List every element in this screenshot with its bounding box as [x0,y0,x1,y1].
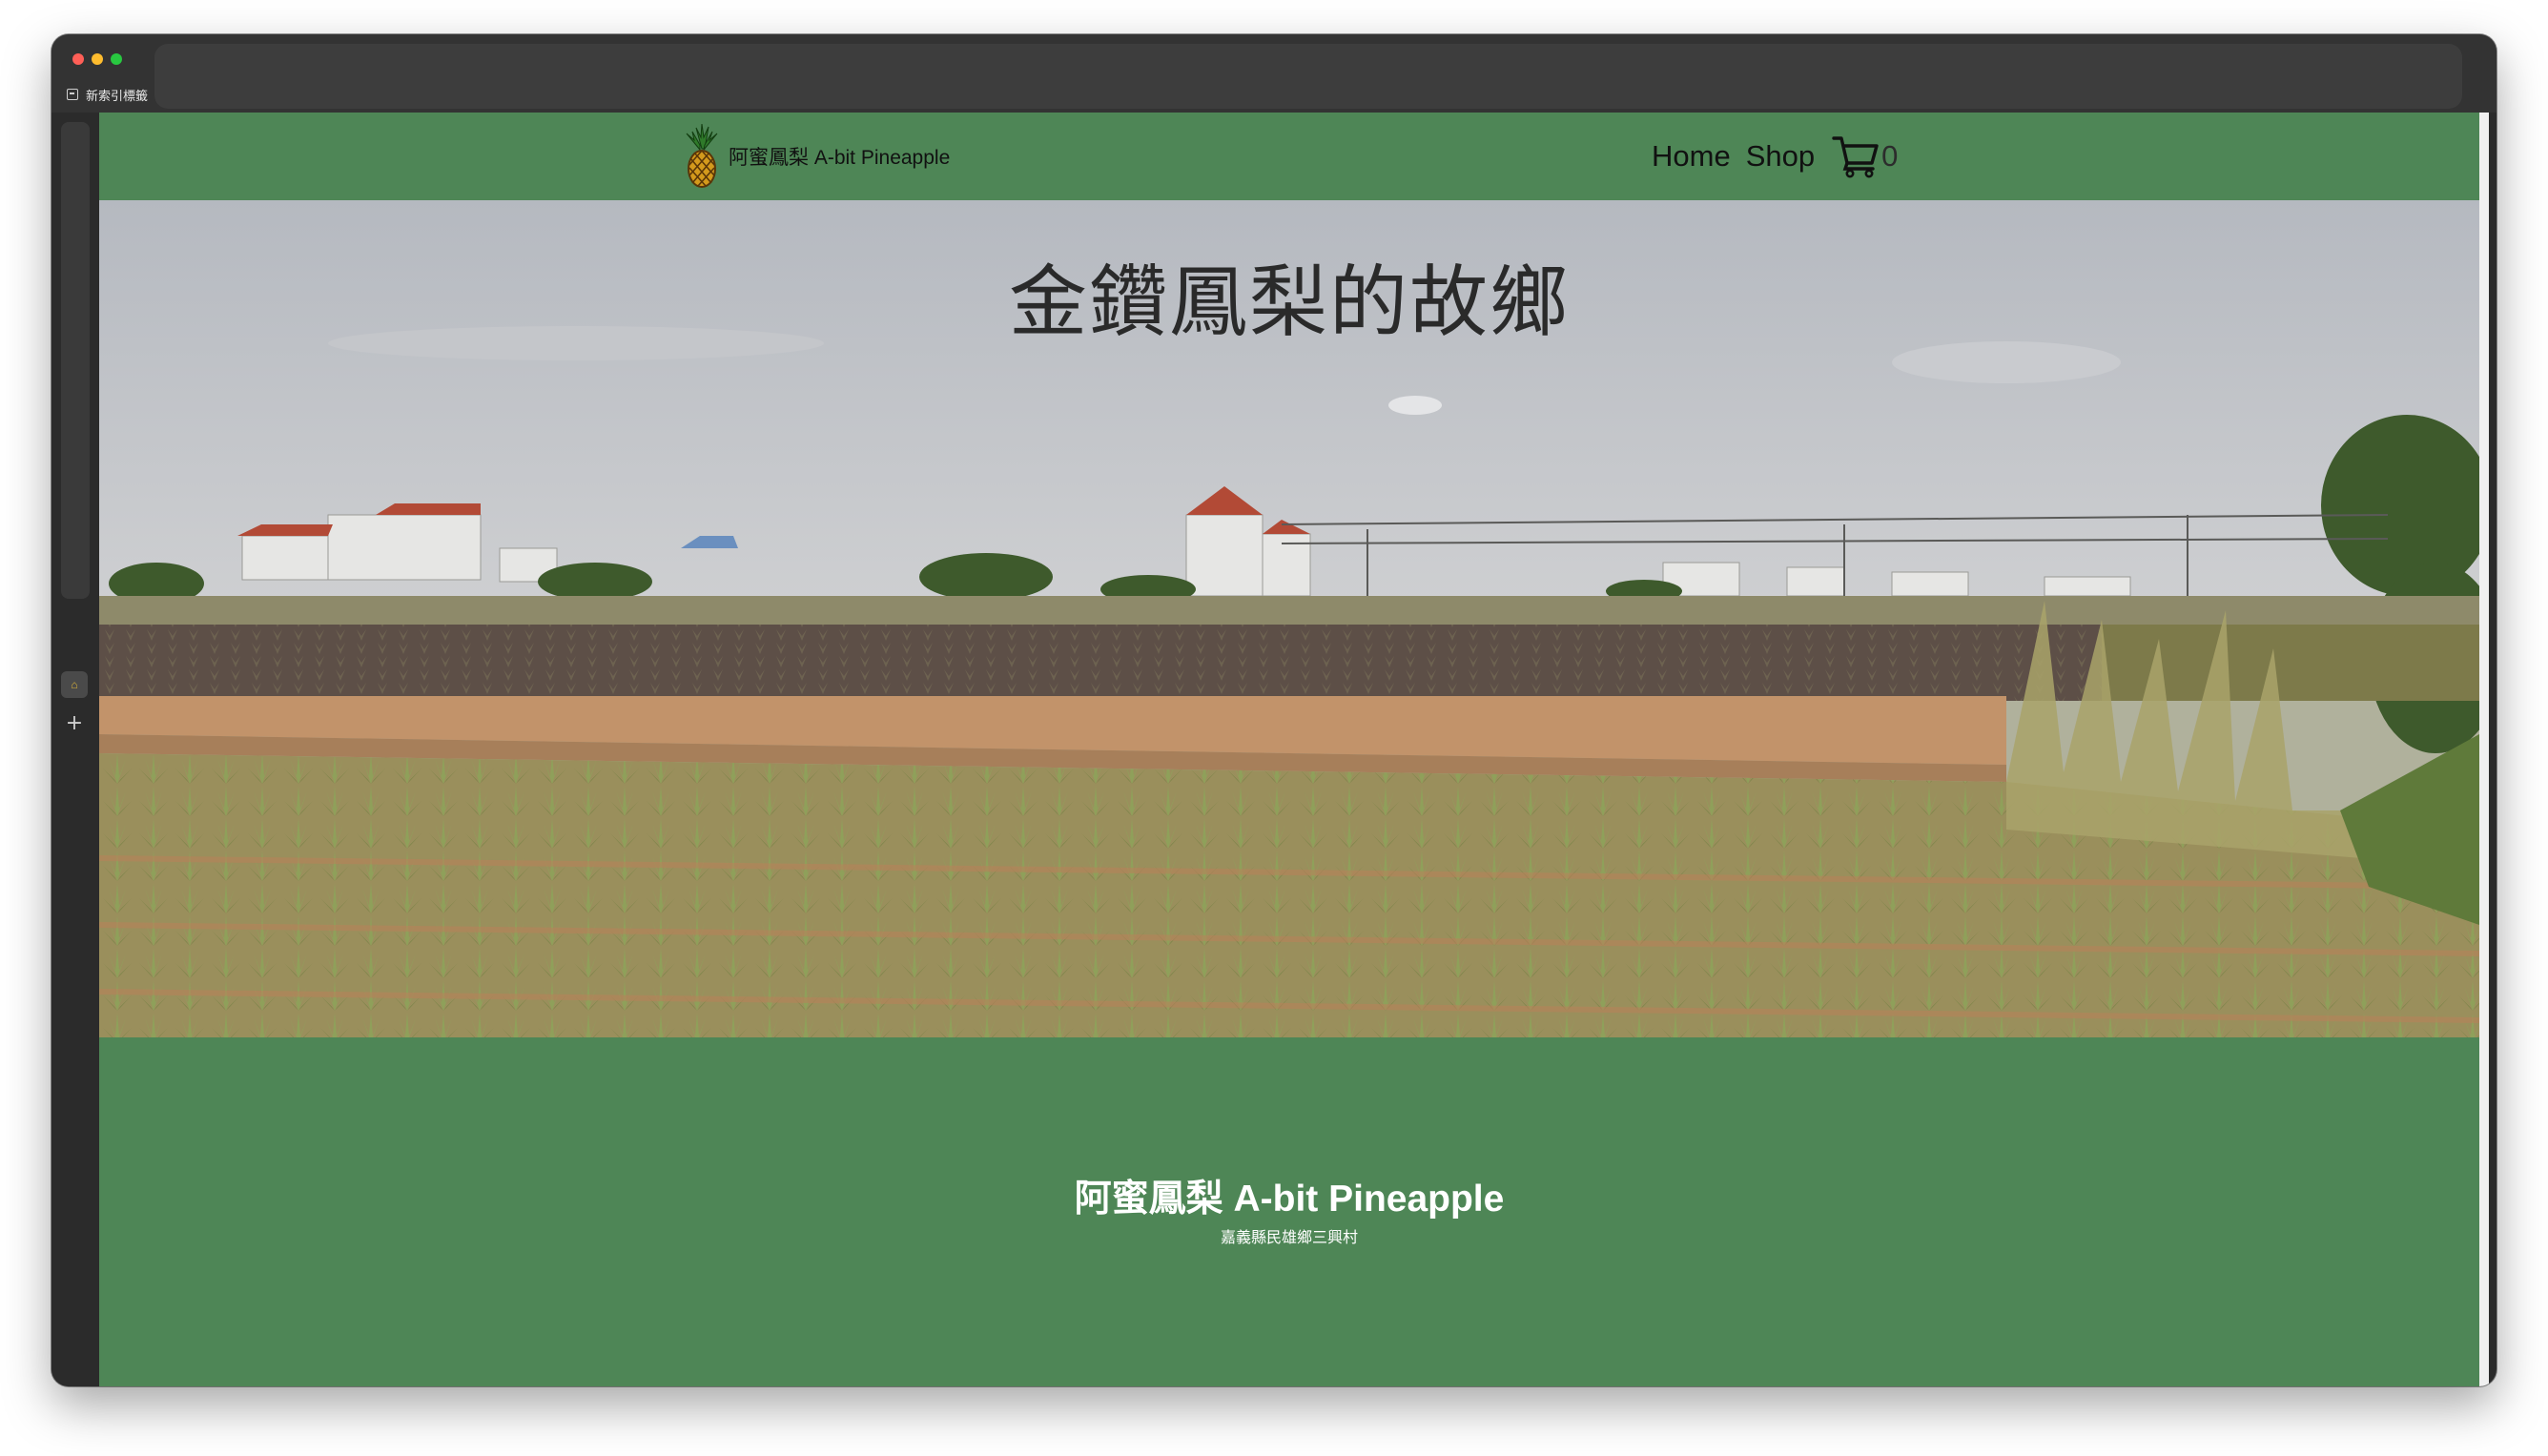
close-window-button[interactable] [72,53,84,65]
address-bar[interactable] [154,44,2462,109]
browser-sidebar: ⌂ + [51,113,99,1386]
browser-tab[interactable]: 新索引標籤 [67,84,148,105]
cart-button[interactable]: 0 [1832,134,1898,178]
page-viewport: 阿蜜鳳梨 A-bit Pineapple Home Shop 0 金鑽鳳梨的故鄉… [99,113,2479,1386]
nav-links: Home Shop 0 [1652,133,1898,179]
tab-title: 新索引標籤 [86,89,149,104]
zoom-window-button[interactable] [111,53,122,65]
browser-window: 新索引標籤 ⌂ + 阿蜜鳳梨 A-bit Pineapple Home Shop… [51,34,2497,1386]
nav-shop-link[interactable]: Shop [1746,139,1815,174]
sidebar-tab-strip[interactable] [61,122,90,599]
brand-name: 阿蜜鳳梨 A-bit Pineapple [729,147,951,169]
hero-banner: 金鑽鳳梨的故鄉 [99,200,2479,1037]
site-brand[interactable]: 阿蜜鳳梨 A-bit Pineapple [683,124,950,189]
page-scrollbar[interactable] [2479,113,2489,1386]
minimize-window-button[interactable] [92,53,103,65]
browser-titlebar: 新索引標籤 [51,34,2497,113]
nav-home-link[interactable]: Home [1652,139,1731,174]
footer-address: 嘉義縣民雄鄉三興村 [1220,1228,1358,1246]
site-navbar: 阿蜜鳳梨 A-bit Pineapple Home Shop 0 [99,113,2479,200]
cart-count: 0 [1881,139,1899,173]
new-tab-icon [67,89,78,100]
hero-title: 金鑽鳳梨的故鄉 [1008,257,1570,348]
footer-brand-name: 阿蜜鳳梨 A-bit Pineapple [1074,1179,1505,1220]
add-tab-icon[interactable]: + [61,709,88,736]
cart-icon [1832,136,1879,178]
site-footer: 阿蜜鳳梨 A-bit Pineapple 嘉義縣民雄鄉三興村 [99,1037,2479,1386]
pinned-tab-icon[interactable]: ⌂ [61,671,88,698]
pineapple-logo-icon [686,124,718,188]
